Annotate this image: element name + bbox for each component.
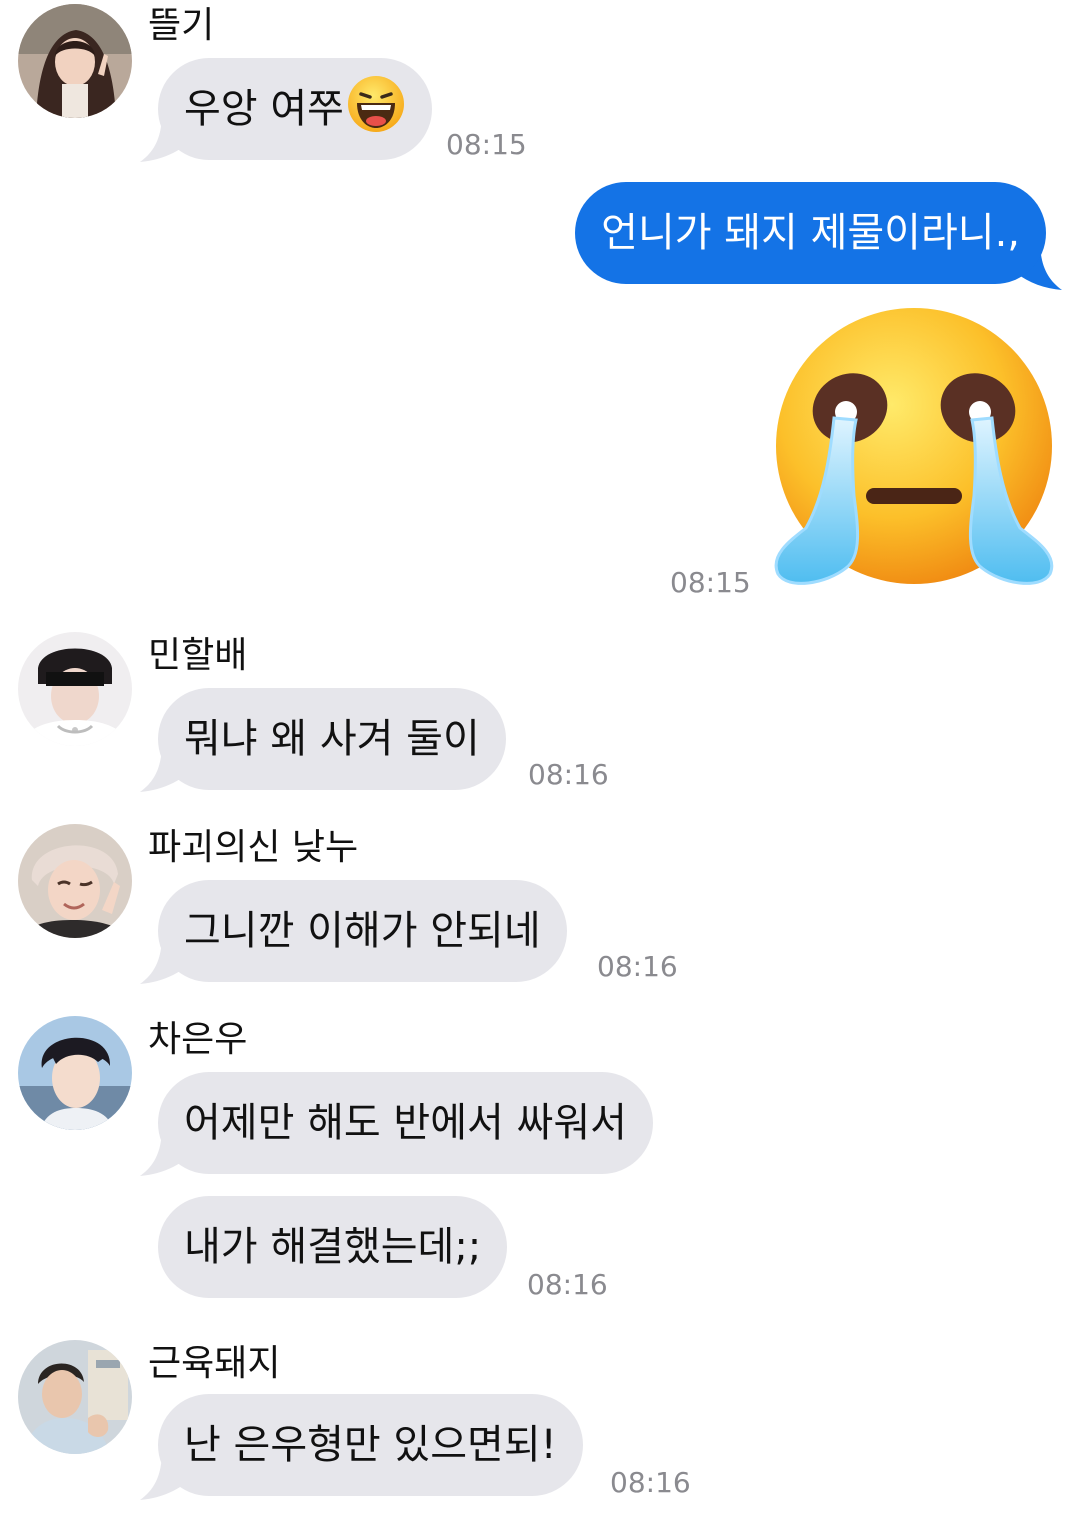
avatar-chaeunwoo-icon <box>18 1016 132 1130</box>
chat-screen: 뜰기 우앙 여쭈 08:15 언니가 돼지 제물이라니., 08:15 민할배 … <box>0 0 1080 1514</box>
avatar-ddeulgi-icon <box>18 4 132 118</box>
loudly-crying-face-sticker-icon[interactable] <box>766 306 1062 596</box>
message-text: 내가 해결했는데;; <box>184 1224 482 1270</box>
sender-name: 파괴의신 낮누 <box>148 827 359 868</box>
message-bubble[interactable]: 우앙 여쭈 <box>158 58 432 160</box>
sender-name: 뜰기 <box>148 5 215 46</box>
message-text: 뭐냐 왜 사겨 둘이 <box>184 716 480 762</box>
message-timestamp: 08:16 <box>597 950 678 983</box>
message-bubble[interactable]: 그니깐 이해가 안되네 <box>158 880 567 982</box>
avatar-geunyukdwaeji-icon <box>18 1340 132 1454</box>
message-timestamp: 08:15 <box>446 128 527 161</box>
message-bubble-outgoing[interactable]: 언니가 돼지 제물이라니., <box>575 182 1046 284</box>
message-timestamp: 08:16 <box>610 1466 691 1499</box>
message-text: 언니가 돼지 제물이라니., <box>601 210 1020 256</box>
sender-name: 차은우 <box>148 1019 248 1060</box>
message-timestamp: 08:16 <box>527 1268 608 1301</box>
avatar-pagoeuisin[interactable] <box>18 824 132 938</box>
message-text: 난 은우형만 있으면되! <box>184 1422 557 1468</box>
sender-name: 민할배 <box>148 635 248 676</box>
message-timestamp: 08:15 <box>670 566 751 599</box>
avatar-geunyukdwaeji[interactable] <box>18 1340 132 1454</box>
avatar-minhalbae[interactable] <box>18 632 132 746</box>
avatar-ddeulgi[interactable] <box>18 4 132 118</box>
avatar-chaeunwoo[interactable] <box>18 1016 132 1130</box>
grinning-squint-emoji-icon <box>346 74 406 134</box>
message-text: 어제만 해도 반에서 싸워서 <box>184 1100 627 1146</box>
avatar-pagoeuisin-icon <box>18 824 132 938</box>
message-bubble[interactable]: 어제만 해도 반에서 싸워서 <box>158 1072 653 1174</box>
sender-name: 근육돼지 <box>148 1343 281 1384</box>
message-bubble[interactable]: 뭐냐 왜 사겨 둘이 <box>158 688 506 790</box>
message-text: 그니깐 이해가 안되네 <box>184 908 541 954</box>
message-text: 우앙 여쭈 <box>184 86 344 132</box>
message-bubble[interactable]: 내가 해결했는데;; <box>158 1196 508 1298</box>
avatar-minhalbae-icon <box>18 632 132 746</box>
message-timestamp: 08:16 <box>528 758 609 791</box>
message-bubble[interactable]: 난 은우형만 있으면되! <box>158 1394 583 1496</box>
